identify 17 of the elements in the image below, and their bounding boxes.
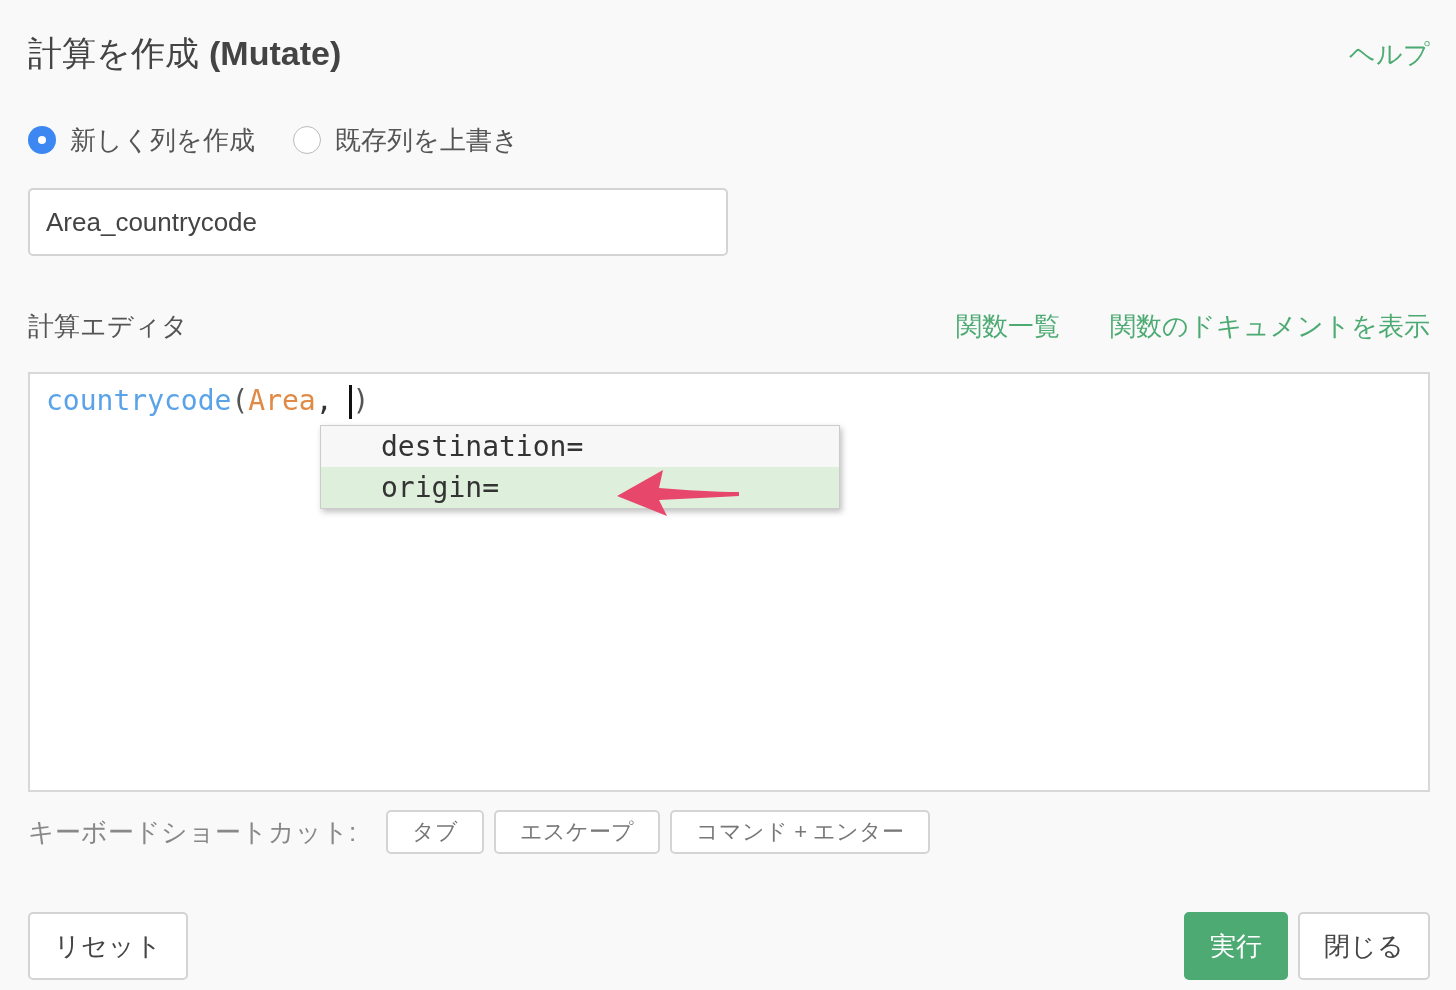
- column-name-field[interactable]: Area_countrycode: [28, 188, 728, 256]
- radio-button[interactable]: [28, 126, 56, 154]
- dialog-title: 計算を作成 (Mutate): [28, 33, 342, 74]
- code-line: countrycode(Area, ): [46, 383, 371, 420]
- code-editor[interactable]: countrycode(Area, ) destination= origin=: [28, 372, 1430, 792]
- shortcut-key: エスケープ: [494, 810, 661, 854]
- radio-button[interactable]: [293, 126, 321, 154]
- shortcut-key: コマンド + エンター: [670, 810, 931, 854]
- suggestion-item[interactable]: origin=: [321, 467, 839, 508]
- radio-label: 新しく列を作成: [70, 123, 255, 157]
- suggestion-item[interactable]: destination=: [321, 426, 839, 467]
- reset-button[interactable]: リセット: [28, 912, 188, 980]
- shortcut-key: タブ: [386, 810, 485, 854]
- close-button[interactable]: 閉じる: [1298, 912, 1430, 980]
- radio-label: 既存列を上書き: [335, 123, 519, 157]
- editor-label: 計算エディタ: [28, 309, 189, 343]
- shortcut-label: キーボードショートカット:: [28, 815, 357, 849]
